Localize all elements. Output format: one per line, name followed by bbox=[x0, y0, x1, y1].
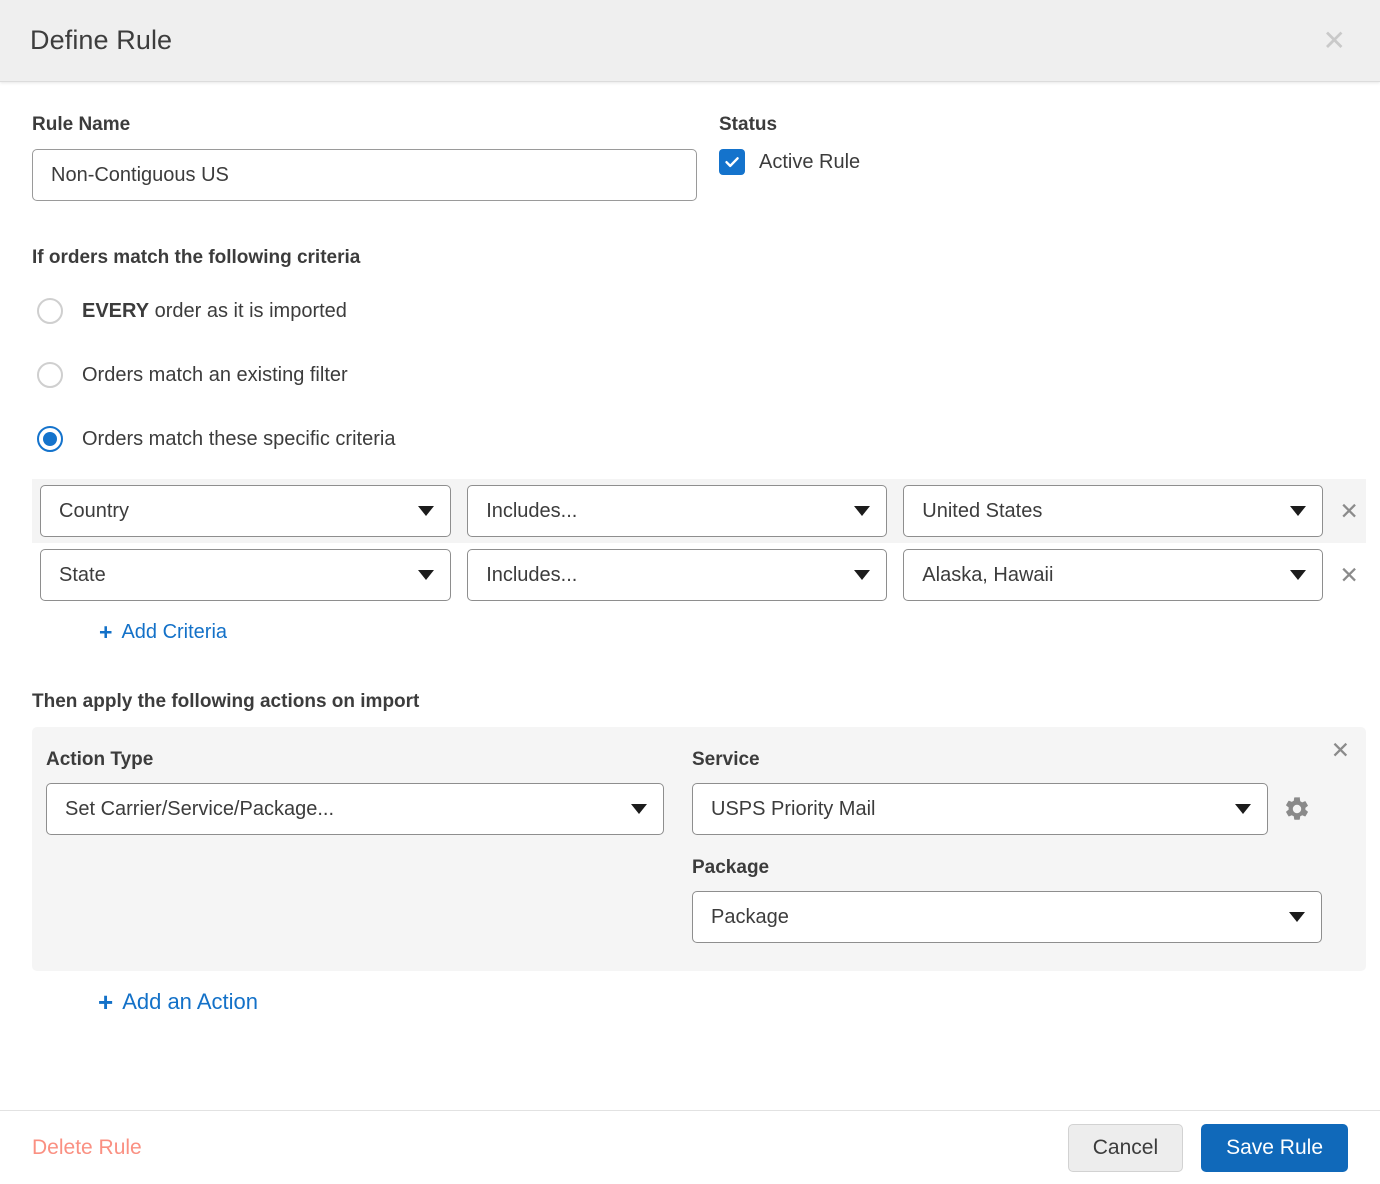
chevron-down-icon bbox=[631, 804, 647, 814]
cancel-button[interactable]: Cancel bbox=[1068, 1124, 1183, 1172]
radio-icon-specific-criteria[interactable] bbox=[37, 426, 63, 452]
table-row: Country Includes... United States ✕ bbox=[32, 479, 1366, 543]
radio-option-specific-criteria[interactable]: Orders match these specific criteria bbox=[32, 407, 1348, 471]
radio-label-every-order: EVERY order as it is imported bbox=[82, 300, 347, 323]
chevron-down-icon bbox=[1290, 506, 1306, 516]
action-type-label: Action Type bbox=[46, 749, 692, 771]
action-type-column: Action Type Set Carrier/Service/Package.… bbox=[32, 749, 692, 943]
criteria-section-title: If orders match the following criteria bbox=[32, 247, 1348, 269]
criteria-field-value-1: State bbox=[59, 564, 106, 587]
chevron-down-icon bbox=[418, 506, 434, 516]
service-row: USPS Priority Mail bbox=[692, 783, 1312, 835]
dialog-header: Define Rule ✕ bbox=[0, 0, 1380, 82]
criteria-operator-select-1[interactable]: Includes... bbox=[467, 549, 887, 601]
remove-criteria-icon-0[interactable]: ✕ bbox=[1332, 500, 1366, 523]
criteria-operator-value-1: Includes... bbox=[486, 564, 577, 587]
action-type-select[interactable]: Set Carrier/Service/Package... bbox=[46, 783, 664, 835]
action-card: ✕ Action Type Set Carrier/Service/Packag… bbox=[32, 727, 1366, 971]
criteria-field-select-0[interactable]: Country bbox=[40, 485, 451, 537]
radio-option-every-order[interactable]: EVERY order as it is imported bbox=[32, 279, 1348, 343]
active-rule-label: Active Rule bbox=[759, 151, 860, 174]
add-action-label: Add an Action bbox=[122, 989, 258, 1015]
chevron-down-icon bbox=[1290, 570, 1306, 580]
package-block: Package Package bbox=[692, 857, 1312, 943]
save-button[interactable]: Save Rule bbox=[1201, 1124, 1348, 1172]
page-title: Define Rule bbox=[30, 25, 172, 56]
radio-option-existing-filter[interactable]: Orders match an existing filter bbox=[32, 343, 1348, 407]
actions-section-title: Then apply the following actions on impo… bbox=[32, 691, 1348, 713]
status-label: Status bbox=[719, 114, 860, 136]
add-criteria-label: Add Criteria bbox=[121, 621, 227, 644]
radio-icon-existing-filter[interactable] bbox=[37, 362, 63, 388]
chevron-down-icon bbox=[854, 570, 870, 580]
dialog-body: Rule Name Status Active Rule If orders m… bbox=[0, 82, 1380, 1110]
service-package-column: Service USPS Priority Mail Package bbox=[692, 749, 1312, 943]
rule-name-group: Rule Name bbox=[32, 114, 697, 201]
active-rule-row[interactable]: Active Rule bbox=[719, 149, 860, 175]
chevron-down-icon bbox=[418, 570, 434, 580]
rule-name-status-row: Rule Name Status Active Rule bbox=[32, 114, 1348, 201]
status-group: Status Active Rule bbox=[719, 114, 860, 175]
radio-label-every-rest: order as it is imported bbox=[149, 300, 347, 322]
radio-label-existing-filter: Orders match an existing filter bbox=[82, 364, 348, 387]
criteria-value-text-1: Alaska, Hawaii bbox=[922, 564, 1053, 587]
chevron-down-icon bbox=[1235, 804, 1251, 814]
gear-icon[interactable] bbox=[1282, 793, 1312, 825]
dialog-footer: Delete Rule Cancel Save Rule bbox=[0, 1110, 1380, 1184]
package-value: Package bbox=[711, 906, 789, 929]
service-value: USPS Priority Mail bbox=[711, 798, 875, 821]
close-icon[interactable]: ✕ bbox=[1317, 25, 1352, 57]
rule-name-label: Rule Name bbox=[32, 114, 697, 136]
service-select[interactable]: USPS Priority Mail bbox=[692, 783, 1268, 835]
criteria-mode-radio-group: EVERY order as it is imported Orders mat… bbox=[32, 279, 1348, 471]
criteria-operator-value-0: Includes... bbox=[486, 500, 577, 523]
define-rule-dialog: Define Rule ✕ Rule Name Status Active Ru… bbox=[0, 0, 1380, 1184]
package-select[interactable]: Package bbox=[692, 891, 1322, 943]
service-label: Service bbox=[692, 749, 1312, 771]
remove-action-icon[interactable]: ✕ bbox=[1331, 739, 1350, 762]
add-action-button[interactable]: + Add an Action bbox=[98, 989, 258, 1015]
radio-label-specific-criteria: Orders match these specific criteria bbox=[82, 428, 395, 451]
chevron-down-icon bbox=[1289, 912, 1305, 922]
chevron-down-icon bbox=[854, 506, 870, 516]
plus-icon: + bbox=[98, 989, 113, 1015]
criteria-value-select-1[interactable]: Alaska, Hawaii bbox=[903, 549, 1323, 601]
radio-icon-every-order[interactable] bbox=[37, 298, 63, 324]
criteria-rows: Country Includes... United States ✕ Stat… bbox=[32, 479, 1348, 607]
criteria-field-value-0: Country bbox=[59, 500, 129, 523]
remove-criteria-icon-1[interactable]: ✕ bbox=[1332, 564, 1366, 587]
criteria-field-select-1[interactable]: State bbox=[40, 549, 451, 601]
radio-label-every-emphasis: EVERY bbox=[82, 300, 149, 322]
criteria-operator-select-0[interactable]: Includes... bbox=[467, 485, 887, 537]
plus-icon: + bbox=[99, 621, 112, 644]
add-criteria-button[interactable]: + Add Criteria bbox=[99, 621, 227, 644]
active-rule-checkbox[interactable] bbox=[719, 149, 745, 175]
table-row: State Includes... Alaska, Hawaii ✕ bbox=[32, 543, 1366, 607]
criteria-value-text-0: United States bbox=[922, 500, 1042, 523]
package-label: Package bbox=[692, 857, 1312, 879]
delete-rule-button[interactable]: Delete Rule bbox=[32, 1136, 142, 1160]
rule-name-input[interactable] bbox=[32, 149, 697, 201]
criteria-value-select-0[interactable]: United States bbox=[903, 485, 1323, 537]
action-type-value: Set Carrier/Service/Package... bbox=[65, 798, 334, 821]
footer-buttons: Cancel Save Rule bbox=[1068, 1124, 1348, 1172]
